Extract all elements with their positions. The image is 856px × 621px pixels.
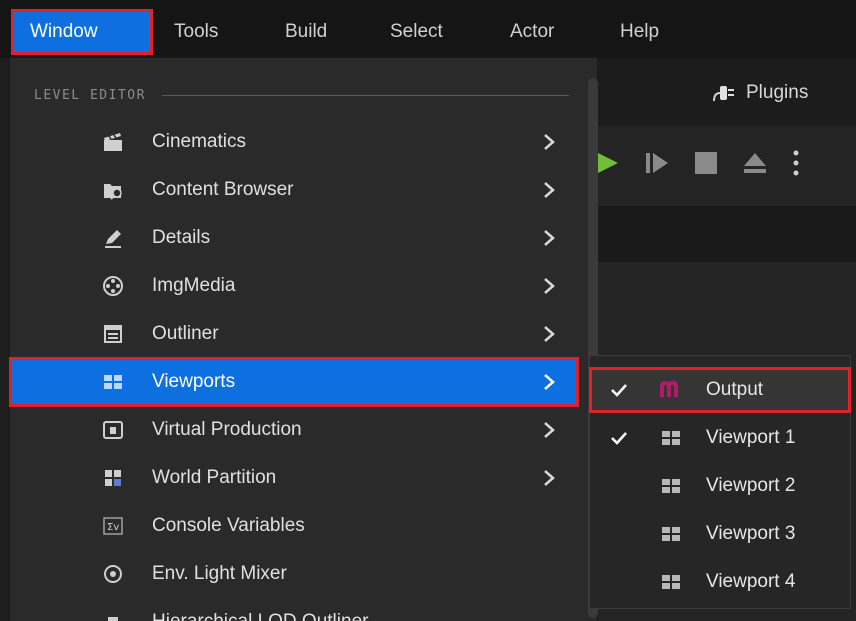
tab-strip-bg [597, 206, 856, 262]
media-output-icon [660, 380, 678, 397]
submenu-item-label: Viewport 1 [706, 427, 796, 448]
virtual-production-icon [103, 421, 123, 439]
world-partition-icon [105, 470, 121, 486]
light-mixer-icon [104, 565, 122, 583]
submenu-item-output[interactable]: Output [589, 367, 851, 413]
svg-text:Σv: Σv [107, 522, 119, 533]
left-panel-edge [0, 58, 10, 621]
submenu-item-viewport-1[interactable]: Viewport 1 [590, 416, 850, 460]
menu-actor[interactable]: Actor [510, 12, 554, 52]
eject-icon[interactable] [742, 150, 768, 176]
menu-window[interactable]: Window [11, 9, 153, 55]
chevron-right-icon [544, 182, 555, 198]
menu-item-hlod-outliner[interactable]: Hierarchical LOD Outliner [10, 598, 578, 621]
viewport-grid-icon [662, 479, 680, 493]
pencil-icon [105, 230, 121, 248]
stop-icon[interactable] [694, 151, 718, 175]
menu-item-label: Viewports [152, 371, 236, 392]
section-divider [161, 95, 569, 96]
submenu-item-label: Output [706, 379, 764, 400]
viewport-grid-icon [662, 527, 680, 541]
clapperboard-icon [104, 133, 122, 151]
menu-item-label: Virtual Production [152, 419, 302, 440]
menu-item-env-light-mixer[interactable]: Env. Light Mixer [10, 550, 578, 598]
menu-item-outliner[interactable]: Outliner [10, 310, 578, 358]
hlod-icon [108, 617, 118, 621]
chevron-right-icon [544, 374, 555, 390]
folder-search-icon [104, 184, 122, 200]
chevron-right-icon [544, 230, 555, 246]
viewports-submenu: Output Viewport 1 Viewport 2 Viewport 3 … [589, 356, 851, 608]
chevron-right-icon [544, 326, 555, 342]
submenu-item-label: Viewport 2 [706, 475, 796, 496]
menu-tools[interactable]: Tools [174, 12, 218, 52]
viewport-grid-icon [662, 431, 680, 445]
plugins-button[interactable]: Plugins [710, 78, 808, 108]
menu-help[interactable]: Help [620, 12, 659, 52]
viewport-grid-icon [104, 375, 122, 389]
menu-build[interactable]: Build [285, 12, 327, 52]
menu-item-label: Cinematics [152, 131, 246, 152]
menu-item-content-browser[interactable]: Content Browser [10, 166, 578, 214]
menu-item-imgmedia[interactable]: ImgMedia [10, 262, 578, 310]
menu-item-label: Details [152, 227, 211, 248]
menu-item-console-variables[interactable]: Σv Console Variables [10, 502, 578, 550]
submenu-item-label: Viewport 4 [706, 571, 796, 592]
film-reel-icon [103, 276, 123, 296]
console-variables-icon: Σv [103, 517, 123, 535]
section-header-level-editor: LEVEL EDITOR [34, 88, 569, 103]
plugins-label: Plugins [746, 82, 809, 103]
menu-item-label: World Partition [152, 467, 277, 488]
menu-item-details[interactable]: Details [10, 214, 578, 262]
step-forward-icon[interactable] [644, 150, 670, 176]
menu-item-label: Console Variables [152, 515, 305, 536]
chevron-right-icon [544, 278, 555, 294]
menu-item-label: Content Browser [152, 179, 294, 200]
submenu-item-viewport-4[interactable]: Viewport 4 [590, 560, 850, 604]
window-menu-dropdown: LEVEL EDITOR Cinematics Content Browser … [9, 58, 598, 621]
outliner-list-icon [104, 325, 122, 343]
check-icon [611, 432, 627, 445]
section-title: LEVEL EDITOR [34, 88, 146, 103]
menu-item-world-partition[interactable]: World Partition [10, 454, 578, 502]
submenu-item-viewport-2[interactable]: Viewport 2 [590, 464, 850, 508]
plug-icon [713, 86, 734, 102]
more-options-icon[interactable] [792, 149, 800, 177]
viewport-grid-icon [662, 575, 680, 589]
menu-item-label: ImgMedia [152, 275, 236, 296]
main-menu-bar: Window Tools Build Select Actor Help [0, 0, 856, 58]
menu-select[interactable]: Select [390, 12, 443, 52]
check-icon [611, 384, 627, 397]
menu-item-virtual-production[interactable]: Virtual Production [10, 406, 578, 454]
menu-item-cinematics[interactable]: Cinematics [10, 118, 578, 166]
menu-item-label: Hierarchical LOD Outliner [152, 611, 368, 621]
submenu-item-label: Viewport 3 [706, 523, 796, 544]
menu-item-viewports[interactable]: Viewports [9, 357, 579, 407]
menu-item-label: Outliner [152, 323, 219, 344]
play-toolbar [590, 143, 800, 183]
chevron-right-icon [544, 470, 555, 486]
menu-item-label: Env. Light Mixer [152, 563, 287, 584]
chevron-right-icon [544, 422, 555, 438]
chevron-right-icon [544, 134, 555, 150]
submenu-item-viewport-3[interactable]: Viewport 3 [590, 512, 850, 556]
